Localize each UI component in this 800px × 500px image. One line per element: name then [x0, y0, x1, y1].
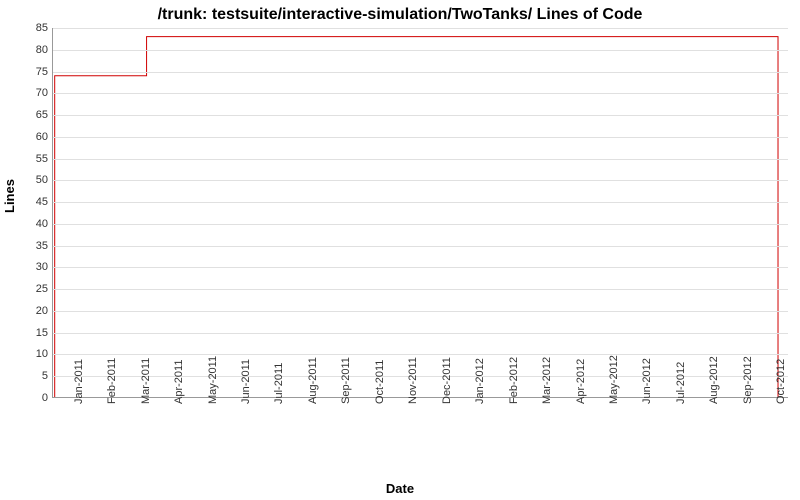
x-tick-label: Jun-2011: [240, 359, 252, 404]
y-tick-label: 70: [8, 87, 48, 99]
y-tick-label: 50: [8, 174, 48, 186]
x-tick-label: Aug-2011: [307, 357, 319, 404]
x-tick-label: Feb-2012: [508, 357, 520, 404]
gridline-h: [53, 333, 788, 334]
y-tick-label: 15: [8, 327, 48, 339]
x-tick-label: Nov-2011: [407, 357, 419, 404]
x-tick-label: Jul-2011: [273, 363, 285, 404]
gridline-h: [53, 28, 788, 29]
y-tick-label: 30: [8, 261, 48, 273]
y-tick-label: 40: [8, 218, 48, 230]
y-tick-label: 0: [8, 392, 48, 404]
gridline-h: [53, 289, 788, 290]
plot-area: [52, 28, 788, 398]
y-tick-label: 60: [8, 131, 48, 143]
x-tick-label: Jan-2011: [73, 359, 85, 404]
y-tick-label: 65: [8, 109, 48, 121]
y-tick-label: 20: [8, 305, 48, 317]
y-tick-label: 45: [8, 196, 48, 208]
gridline-h: [53, 180, 788, 181]
y-tick-label: 80: [8, 44, 48, 56]
x-tick-label: Oct-2011: [374, 360, 386, 404]
y-tick-label: 5: [8, 370, 48, 382]
x-tick-label: Mar-2012: [541, 357, 553, 404]
y-tick-label: 10: [8, 348, 48, 360]
gridline-h: [53, 202, 788, 203]
gridline-h: [53, 354, 788, 355]
gridline-h: [53, 267, 788, 268]
x-tick-label: May-2012: [608, 355, 620, 404]
x-axis-label: Date: [0, 481, 800, 496]
x-tick-label: Apr-2012: [575, 359, 587, 404]
y-tick-label: 85: [8, 22, 48, 34]
y-tick-label: 75: [8, 66, 48, 78]
y-tick-label: 25: [8, 283, 48, 295]
x-tick-label: Feb-2011: [106, 358, 118, 404]
chart-container: Lines Date 05101520253035404550556065707…: [0, 28, 800, 500]
x-tick-label: Mar-2011: [140, 358, 152, 404]
gridline-h: [53, 246, 788, 247]
data-series-line: [53, 28, 788, 397]
x-tick-label: Jun-2012: [641, 358, 653, 404]
gridline-h: [53, 115, 788, 116]
x-tick-label: Jul-2012: [675, 362, 687, 404]
gridline-h: [53, 93, 788, 94]
y-tick-label: 55: [8, 153, 48, 165]
gridline-h: [53, 224, 788, 225]
x-tick-label: Sep-2012: [742, 356, 754, 404]
y-tick-label: 35: [8, 240, 48, 252]
x-tick-label: Aug-2012: [708, 356, 720, 404]
gridline-h: [53, 311, 788, 312]
gridline-h: [53, 50, 788, 51]
x-tick-label: Jan-2012: [474, 358, 486, 404]
gridline-h: [53, 159, 788, 160]
x-tick-label: Apr-2011: [173, 360, 185, 404]
x-tick-label: Dec-2011: [441, 357, 453, 404]
x-tick-label: Oct-2012: [775, 359, 787, 404]
x-tick-label: Sep-2011: [340, 357, 352, 404]
gridline-h: [53, 137, 788, 138]
gridline-h: [53, 72, 788, 73]
chart-title: /trunk: testsuite/interactive-simulation…: [0, 0, 800, 24]
x-tick-label: May-2011: [207, 356, 219, 404]
